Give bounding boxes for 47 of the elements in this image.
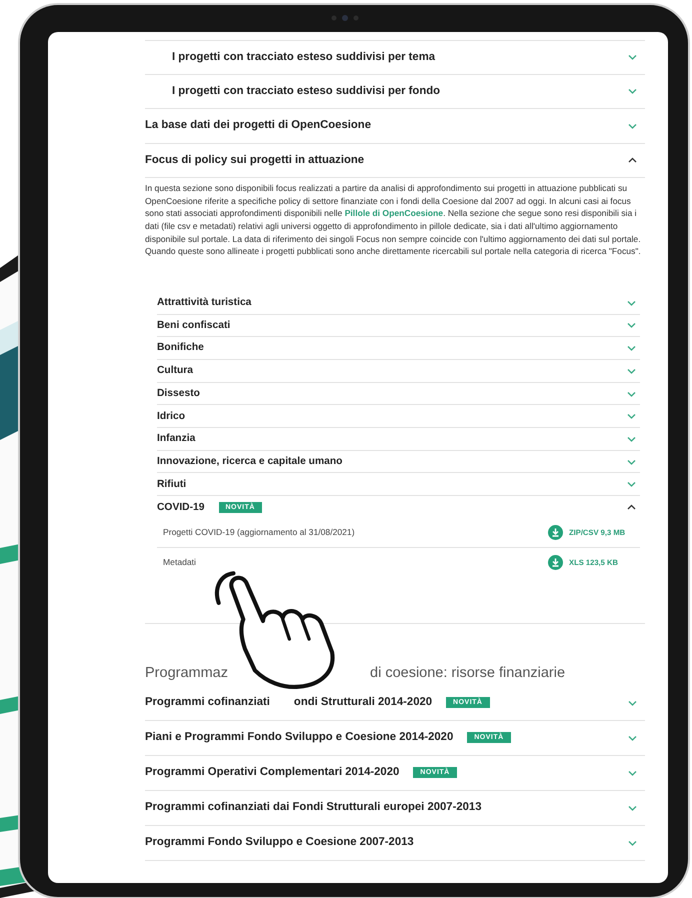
chevron-down-icon[interactable] bbox=[627, 322, 636, 328]
camera-icon bbox=[330, 14, 360, 22]
chevron-down-icon[interactable] bbox=[628, 840, 637, 846]
chevron-down-icon[interactable] bbox=[628, 770, 637, 776]
download-icon bbox=[548, 525, 563, 540]
chevron-down-icon[interactable] bbox=[628, 804, 637, 811]
chevron-down-icon[interactable] bbox=[627, 345, 636, 352]
accordion-title[interactable]: Focus di policy sui progetti in attuazione bbox=[145, 152, 364, 169]
topic-title[interactable]: Cultura bbox=[157, 363, 194, 379]
section-heading: Programmaz bbox=[145, 664, 228, 683]
accordion-title[interactable]: Programmi Operativi Complementari 2014-2020 bbox=[145, 764, 400, 782]
chevron-down-icon[interactable] bbox=[627, 413, 636, 420]
chevron-up-icon[interactable] bbox=[627, 504, 636, 510]
chevron-up-icon[interactable] bbox=[628, 157, 637, 164]
accordion-title[interactable]: Programmi Fondo Sviluppo e Coesione 2007-2013 bbox=[145, 834, 414, 852]
topic-title[interactable]: Innovazione, ricerca e capitale umano bbox=[157, 454, 342, 470]
download-icon bbox=[548, 554, 563, 570]
file-label: Metadati bbox=[163, 556, 196, 569]
accordion-title[interactable]: I progetti con tracciato esteso suddivisi per fondo bbox=[172, 82, 440, 100]
chevron-down-icon[interactable] bbox=[627, 300, 636, 306]
topic-title[interactable]: Beni confiscati bbox=[157, 318, 230, 334]
chevron-down-icon[interactable] bbox=[627, 436, 636, 442]
topic-title[interactable]: Attrattività turistica bbox=[157, 295, 252, 310]
topic-title[interactable]: Dissesto bbox=[157, 386, 200, 402]
chevron-down-icon[interactable] bbox=[628, 734, 637, 741]
accordion-title[interactable]: Programmi cofinanziati dai Fondi Strutturali europei 2007-2013 bbox=[145, 799, 482, 816]
chevron-down-icon[interactable] bbox=[627, 458, 636, 465]
chevron-down-icon[interactable] bbox=[628, 88, 637, 94]
topic-title[interactable]: COVID-19 bbox=[157, 500, 204, 516]
accordion-title[interactable]: Piani e Programmi Fondo Sviluppo e Coesione 2014-2020 bbox=[145, 729, 454, 746]
topic-title[interactable]: Rifiuti bbox=[157, 476, 186, 492]
accordion-title[interactable]: La base dati dei progetti di OpenCoesione bbox=[145, 117, 371, 134]
accordion-title[interactable]: I progetti con tracciato esteso suddivisi per tema bbox=[172, 48, 436, 66]
chevron-down-icon[interactable] bbox=[627, 390, 636, 397]
accordion-title[interactable]: ondi Strutturali 2014-2020 bbox=[294, 694, 432, 712]
topic-title[interactable]: Infanzia bbox=[157, 431, 196, 447]
accordion-title[interactable]: Programmi cofinanziati bbox=[145, 694, 270, 712]
chevron-down-icon[interactable] bbox=[627, 481, 636, 488]
chevron-down-icon[interactable] bbox=[628, 54, 637, 60]
section-heading: di coesione: risorse finanziarie bbox=[370, 664, 566, 683]
file-label: Progetti COVID-19 (aggiornamento al 31/08/2021) bbox=[163, 526, 355, 540]
topic-title[interactable]: Idrico bbox=[157, 408, 186, 424]
focus-description: In questa sezione sono disponibili focus realizzati a partire da analisi di approfondimento sui progetti in attuazione pubblicati su OpenCoesione riferite a specifiche policy di settore finanziate con i fondi della Coesione dal 2007 ad oggi. In alcuni casi ai focus sono stati associati approfondimenti disponibili nelle Pillole di OpenCoesione. Nella sezione che segue sono resi disponibili sia i dati (file csv e metadati) relativi agli universi oggetto di approfondimento in pillole dedicate, sia i dati all'ultimo aggiornamento disponibile sul portale. La data di riferimento dei singoli Focus non sempre coincide con l'ultimo aggiornamento dei dati sul portale. Quando queste sono allineate i progetti pubblicati sono anche direttamente ricercabili sul portale nella categoria di ricerca "Focus". bbox=[145, 182, 642, 258]
chevron-down-icon[interactable] bbox=[628, 122, 637, 129]
chevron-down-icon[interactable] bbox=[627, 368, 636, 374]
chevron-down-icon[interactable] bbox=[628, 700, 637, 706]
topic-title[interactable]: Bonifiche bbox=[157, 340, 204, 356]
